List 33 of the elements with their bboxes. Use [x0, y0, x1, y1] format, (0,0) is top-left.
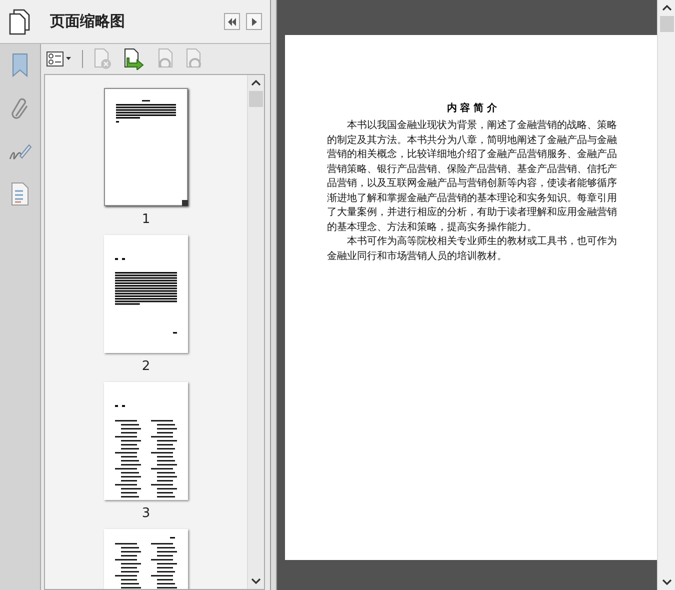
- double-left-arrow-icon: [227, 16, 237, 26]
- page-thumbnail[interactable]: [104, 382, 188, 500]
- page-number: 1: [142, 212, 150, 227]
- text-lines-drawing: [115, 537, 177, 588]
- scrollbar[interactable]: [247, 75, 264, 589]
- bookmark-icon[interactable]: [11, 52, 29, 78]
- page-thumbnail[interactable]: [104, 88, 188, 206]
- scroll-up-icon[interactable]: [251, 79, 261, 87]
- paragraph: 本书可作为高等院校相关专业师生的教材或工具书，也可作为金融业同行和市场营销人员的培训教材。: [327, 235, 617, 264]
- scroll-thumb[interactable]: [249, 91, 263, 107]
- right-arrow-icon: [249, 16, 259, 26]
- document-title: 内 容 简 介: [446, 101, 498, 115]
- options-menu-button[interactable]: [46, 51, 72, 67]
- scroll-down-icon[interactable]: [662, 578, 672, 586]
- resize-handle[interactable]: [182, 200, 188, 206]
- page-number: 2: [142, 359, 150, 374]
- signature-icon[interactable]: [8, 142, 32, 162]
- scroll-thumb[interactable]: [660, 16, 674, 32]
- splitter-handle[interactable]: [270, 0, 277, 590]
- pages-icon: [8, 8, 32, 34]
- page-number: 3: [142, 506, 150, 521]
- expand-button[interactable]: [246, 13, 262, 30]
- scroll-up-icon[interactable]: [662, 4, 672, 12]
- scrollbar[interactable]: [657, 0, 675, 590]
- paperclip-icon[interactable]: [10, 98, 30, 122]
- paragraph: 本书以我国金融业现状为背景，阐述了金融营销的战略、策略的制定及其方法。本书共分为八章，简明地阐述了金融产品与金融营销的相关概念，比较详细地介绍了金融产品营销服务、金融产品营销策略、银行产品营销、保险产品营销、基金产品营销、信托产品营销，以及互联网金融产品与营销创新等内容，使读者能够循序渐进地了解和掌握金融产品营销的基本理论和实务知识。每章引用了大量案例，并进行相应的分析，有助于读者理解和应用金融营销的基本理念、方法和策略，提高实务操作能力。: [327, 119, 617, 234]
- collapse-button[interactable]: [224, 13, 240, 30]
- document-icon[interactable]: [11, 182, 29, 206]
- replace-page-button[interactable]: [123, 48, 145, 70]
- text-lines-drawing: [116, 100, 176, 123]
- scroll-down-icon[interactable]: [251, 577, 261, 585]
- page-thumbnail[interactable]: [104, 235, 188, 353]
- panel-title: 页面缩略图: [50, 12, 126, 31]
